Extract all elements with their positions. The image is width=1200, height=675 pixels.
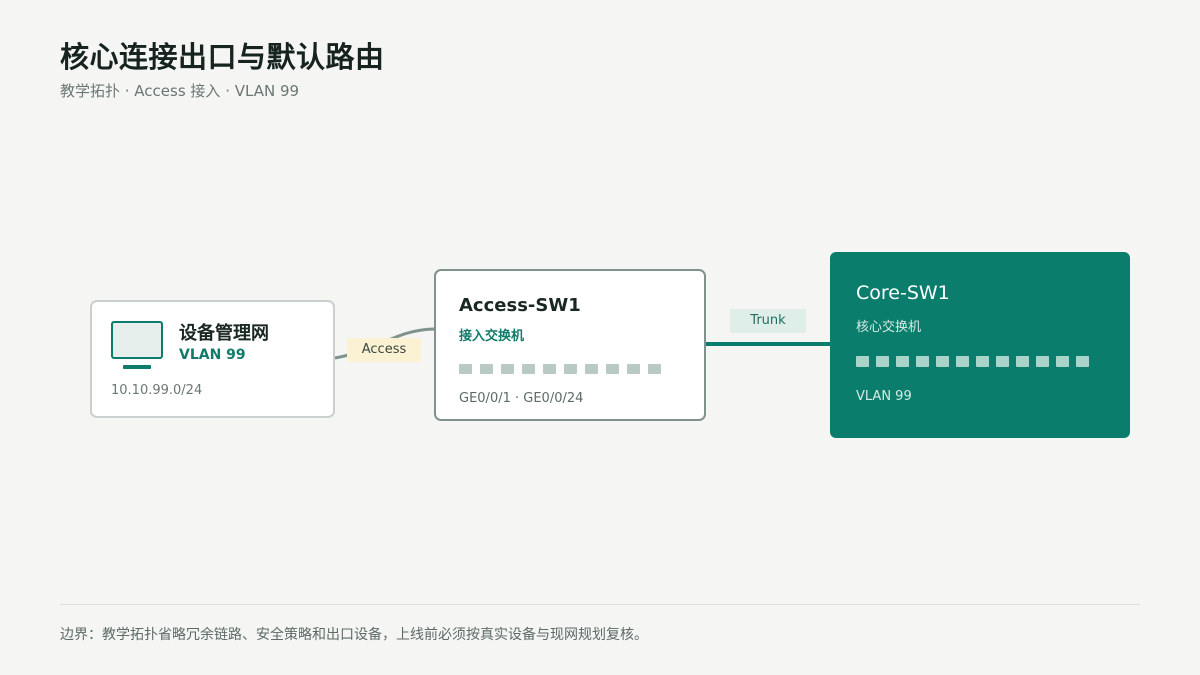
port-indicator xyxy=(896,356,909,367)
port-indicator xyxy=(856,356,869,367)
port-indicator xyxy=(1016,356,1029,367)
node-vlan: VLAN 99 xyxy=(179,347,246,363)
port-indicator xyxy=(996,356,1009,367)
port-indicator xyxy=(543,364,556,374)
management-network-node[interactable]: 设备管理网 VLAN 99 10.10.99.0/24 xyxy=(90,300,335,418)
core-switch-node[interactable]: Core-SW1 核心交换机 VLAN 99 xyxy=(830,252,1130,438)
port-indicator xyxy=(501,364,514,374)
port-indicator xyxy=(1036,356,1049,367)
switch-ports xyxy=(856,356,1089,367)
port-indicator xyxy=(585,364,598,374)
port-indicator xyxy=(606,364,619,374)
footer-divider xyxy=(60,604,1140,605)
port-indicator xyxy=(976,356,989,367)
switch-ports xyxy=(459,364,661,374)
port-indicator xyxy=(480,364,493,374)
node-title: Access-SW1 xyxy=(459,295,581,316)
node-subnet: 10.10.99.0/24 xyxy=(111,383,203,398)
trunk-link-label: Trunk xyxy=(730,309,806,333)
port-range: GE0/0/1 · GE0/0/24 xyxy=(459,391,584,406)
node-vlan: VLAN 99 xyxy=(856,389,912,404)
node-role: 核心交换机 xyxy=(856,320,922,335)
port-indicator xyxy=(1056,356,1069,367)
port-indicator xyxy=(564,364,577,374)
port-indicator xyxy=(1076,356,1089,367)
port-indicator xyxy=(648,364,661,374)
port-indicator xyxy=(936,356,949,367)
port-indicator xyxy=(627,364,640,374)
node-title: Core-SW1 xyxy=(856,282,950,304)
port-indicator xyxy=(956,356,969,367)
monitor-icon xyxy=(111,321,163,359)
footer-note: 边界：教学拓扑省略冗余链路、安全策略和出口设备，上线前必须按真实设备与现网规划复… xyxy=(60,627,648,643)
node-role: 接入交换机 xyxy=(459,329,525,344)
port-indicator xyxy=(916,356,929,367)
access-switch-node[interactable]: Access-SW1 接入交换机 GE0/0/1 · GE0/0/24 xyxy=(434,269,706,421)
port-indicator xyxy=(459,364,472,374)
port-indicator xyxy=(876,356,889,367)
access-link-label: Access xyxy=(347,338,421,362)
monitor-stand-icon xyxy=(123,365,151,369)
port-indicator xyxy=(522,364,535,374)
node-title: 设备管理网 xyxy=(179,323,269,344)
